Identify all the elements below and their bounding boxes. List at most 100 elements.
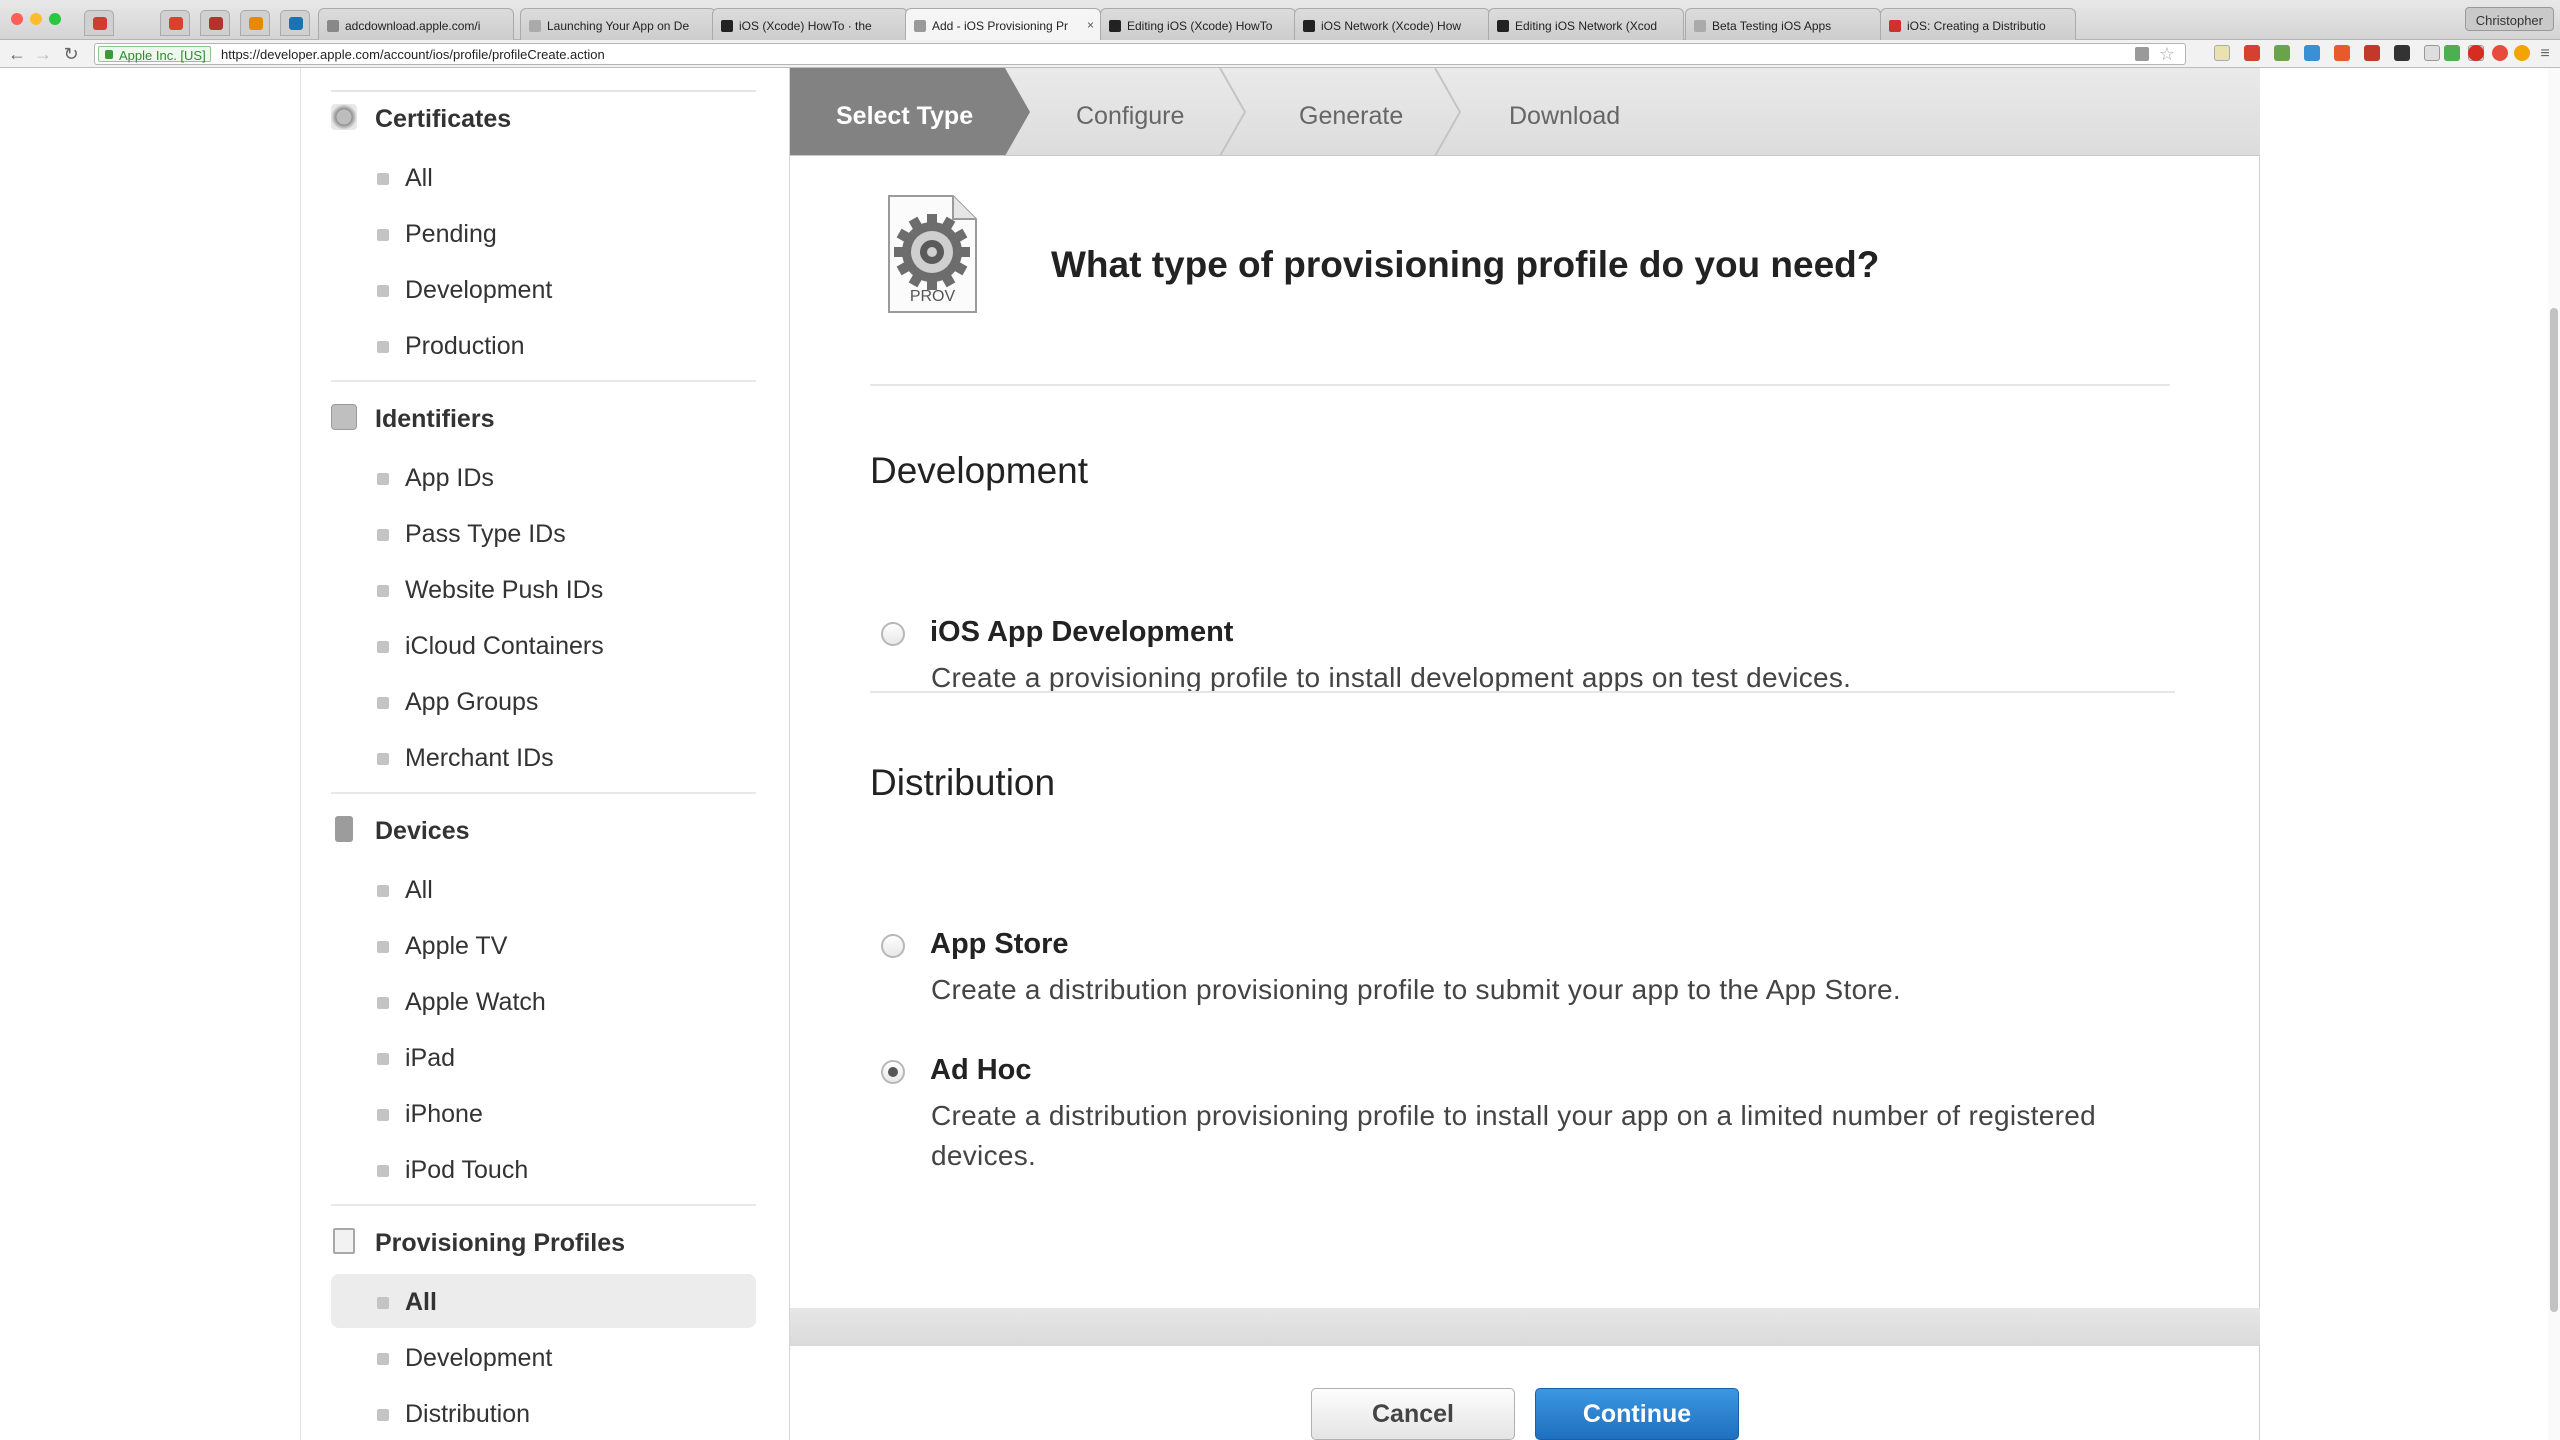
menu-icon[interactable]: ≡ (2534, 43, 2556, 65)
sidebar-item-label: iPod Touch (405, 1156, 529, 1184)
browser-tab[interactable]: adcdownload.apple.com/i (318, 8, 514, 40)
extension-icon[interactable] (2214, 45, 2230, 61)
tab-favicon-icon (1694, 20, 1706, 32)
browser-tab[interactable]: Add - iOS Provisioning Pr × (905, 8, 1101, 40)
sidebar-item[interactable]: Production (331, 318, 756, 372)
step-generate: Generate (1299, 102, 1404, 130)
extension-icon[interactable] (2492, 45, 2508, 61)
sidebar-section-header[interactable]: Devices (331, 810, 761, 850)
browser-tab[interactable]: iOS (Xcode) HowTo · the (712, 8, 908, 40)
bullet-icon (377, 229, 389, 241)
browser-tab[interactable]: Beta Testing iOS Apps (1685, 8, 1881, 40)
pinned-tab-linkedin[interactable] (280, 10, 310, 36)
glasses-icon[interactable] (2394, 45, 2410, 61)
radio-ad-hoc[interactable] (881, 1060, 905, 1084)
browser-tab[interactable]: Launching Your App on De (520, 8, 716, 40)
sidebar-item[interactable]: Pending (331, 206, 756, 260)
url-text[interactable]: https://developer.apple.com/account/ios/… (221, 47, 605, 62)
sidebar-item-label: iPhone (405, 1100, 483, 1128)
reload-button[interactable]: ↻ (60, 43, 82, 65)
sidebar-item[interactable]: All (331, 1274, 756, 1328)
bullet-icon (377, 473, 389, 485)
pinned-tab-play[interactable] (240, 10, 270, 36)
ev-certificate-badge[interactable]: Apple Inc. [US] (98, 46, 211, 63)
sidebar-item-label: Pending (405, 220, 497, 248)
tab-close-icon[interactable]: × (1087, 18, 1094, 32)
sidebar-item-label: Website Push IDs (405, 576, 604, 604)
browser-tab[interactable]: iOS Network (Xcode) How (1294, 8, 1490, 40)
extension-icon[interactable] (2304, 45, 2320, 61)
sidebar-item-label: Production (405, 332, 525, 360)
sidebar-item[interactable]: Pass Type IDs (331, 506, 756, 560)
sidebar-item-label: Apple Watch (405, 988, 546, 1016)
group-title-development: Development (870, 450, 1089, 491)
forward-button[interactable]: → (32, 43, 54, 65)
sidebar-section-header[interactable]: Identifiers (331, 398, 761, 438)
bullet-icon (377, 1297, 389, 1309)
app-icon (209, 17, 223, 30)
sidebar-item[interactable]: Merchant IDs (331, 730, 756, 784)
bullet-icon (377, 1053, 389, 1065)
option-title-ad-hoc[interactable]: Ad Hoc (930, 1054, 1032, 1087)
sidebar-item[interactable]: Development (331, 1330, 756, 1384)
browser-tab[interactable]: Editing iOS Network (Xcod (1488, 8, 1684, 40)
bullet-icon (377, 1353, 389, 1365)
radio-ios-app-development[interactable] (881, 622, 905, 646)
browser-tab[interactable]: Editing iOS (Xcode) HowTo (1100, 8, 1296, 40)
gmail-icon (169, 17, 183, 30)
extension-icon[interactable] (2244, 45, 2260, 61)
tab-label: Beta Testing iOS Apps (1712, 19, 1832, 33)
sidebar-item[interactable]: iPhone (331, 1086, 756, 1140)
close-window-button[interactable] (11, 13, 23, 25)
sidebar-item[interactable]: Distribution (331, 1386, 756, 1440)
sidebar-section-divider (331, 1204, 756, 1206)
profile-button[interactable]: Christopher (2464, 7, 2554, 31)
sidebar-item[interactable]: Apple Watch (331, 974, 756, 1028)
sidebar-item[interactable]: All (331, 862, 756, 916)
browser-tab[interactable]: iOS: Creating a Distributio (1880, 8, 2076, 40)
option-desc-ad-hoc: Create a distribution provisioning profi… (931, 1100, 2096, 1171)
forward-arrow-icon: → (34, 44, 52, 64)
tab-favicon-icon (1109, 20, 1121, 32)
extension-icon[interactable] (2514, 45, 2530, 61)
sidebar-item[interactable]: App IDs (331, 450, 756, 504)
sidebar-item[interactable]: iPod Touch (331, 1142, 756, 1196)
sidebar-item-label: App IDs (405, 464, 494, 492)
pinned-tab-app[interactable] (200, 10, 230, 36)
back-button[interactable]: ← (6, 43, 28, 65)
extension-icon[interactable] (2274, 45, 2290, 61)
scrollbar-thumb[interactable] (2550, 308, 2558, 1312)
address-bar[interactable]: Apple Inc. [US] https://developer.apple.… (94, 43, 2186, 65)
opera-icon[interactable] (2468, 45, 2484, 61)
sidebar-item[interactable]: Apple TV (331, 918, 756, 972)
continue-button[interactable]: Continue (1535, 1388, 1739, 1440)
play-icon (249, 17, 263, 30)
sidebar-item[interactable]: Website Push IDs (331, 562, 756, 616)
extension-icon[interactable] (2334, 45, 2350, 61)
bullet-icon (377, 997, 389, 1009)
pinned-tab-gmail[interactable] (160, 10, 190, 36)
minimize-window-button[interactable] (30, 13, 42, 25)
zoom-window-button[interactable] (49, 13, 61, 25)
step-select-type: Select Type (836, 102, 974, 130)
sidebar-section-header[interactable]: Certificates (331, 98, 761, 138)
shield-icon[interactable] (2135, 47, 2149, 61)
option-title-ios-app-development[interactable]: iOS App Development (930, 616, 1233, 649)
sidebar-item[interactable]: iCloud Containers (331, 618, 756, 672)
sidebar-item-label: App Groups (405, 688, 539, 716)
pinned-tab-mail[interactable] (84, 10, 114, 36)
reload-icon: ↻ (63, 44, 79, 64)
extension-icon[interactable] (2424, 45, 2440, 61)
sidebar-section-header[interactable]: Provisioning Profiles (331, 1222, 761, 1262)
sidebar-item[interactable]: App Groups (331, 674, 756, 728)
extension-icon[interactable] (2364, 45, 2380, 61)
sidebar-item[interactable]: All (331, 150, 756, 204)
page-left-margin (0, 68, 300, 1440)
radio-app-store[interactable] (881, 934, 905, 958)
option-title-app-store[interactable]: App Store (930, 928, 1069, 961)
cancel-button[interactable]: Cancel (1311, 1388, 1515, 1440)
bookmark-star-icon[interactable]: ☆ (2159, 44, 2175, 65)
sidebar-item[interactable]: iPad (331, 1030, 756, 1084)
extension-icon[interactable] (2444, 45, 2460, 61)
sidebar-item[interactable]: Development (331, 262, 756, 316)
